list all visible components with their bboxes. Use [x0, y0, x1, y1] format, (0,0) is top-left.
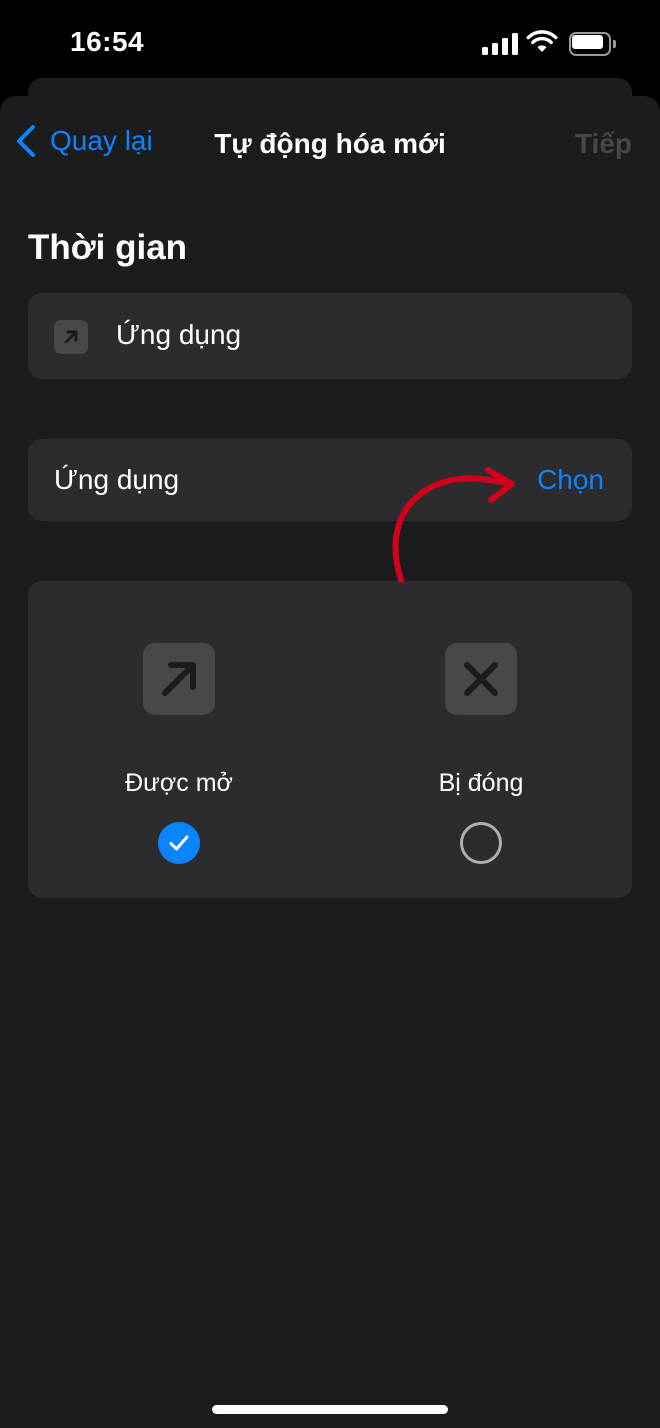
nav-title: Tự động hóa mới [214, 128, 446, 159]
checkmark-icon [169, 835, 189, 851]
state-picker: Được mở Bị đóng [28, 581, 632, 898]
xmark-icon [445, 643, 517, 715]
app-picker-row[interactable]: Ứng dụng Chọn [28, 439, 632, 521]
state-option-opened[interactable]: Được mở [28, 581, 330, 898]
arrow-up-right-icon [143, 643, 215, 715]
section-title: Thời gian [28, 228, 188, 267]
state-closed-label: Bị đóng [438, 769, 524, 797]
next-button[interactable]: Tiếp [575, 128, 632, 160]
state-opened-label: Được mở [125, 769, 233, 797]
new-automation-sheet: Quay lại Tự động hóa mới Tiếp Thời gian … [0, 96, 660, 1428]
status-bar: 16:54 [0, 0, 660, 90]
battery-fill [572, 35, 603, 49]
app-arrow-icon [54, 320, 88, 354]
radio-checked[interactable] [158, 822, 200, 864]
wifi-icon [526, 30, 558, 52]
home-indicator[interactable] [212, 1405, 448, 1414]
cellular-signal-icon [482, 33, 518, 55]
trigger-row[interactable]: Ứng dụng [28, 293, 632, 379]
battery-icon [569, 32, 617, 56]
choose-button[interactable]: Chọn [537, 464, 604, 496]
app-picker-label: Ứng dụng [54, 464, 180, 495]
trigger-label: Ứng dụng [116, 319, 242, 350]
state-option-closed[interactable]: Bị đóng [330, 581, 632, 898]
status-time: 16:54 [70, 26, 145, 57]
radio-unchecked[interactable] [460, 822, 502, 864]
navigation-bar: Quay lại Tự động hóa mới Tiếp [0, 96, 660, 192]
